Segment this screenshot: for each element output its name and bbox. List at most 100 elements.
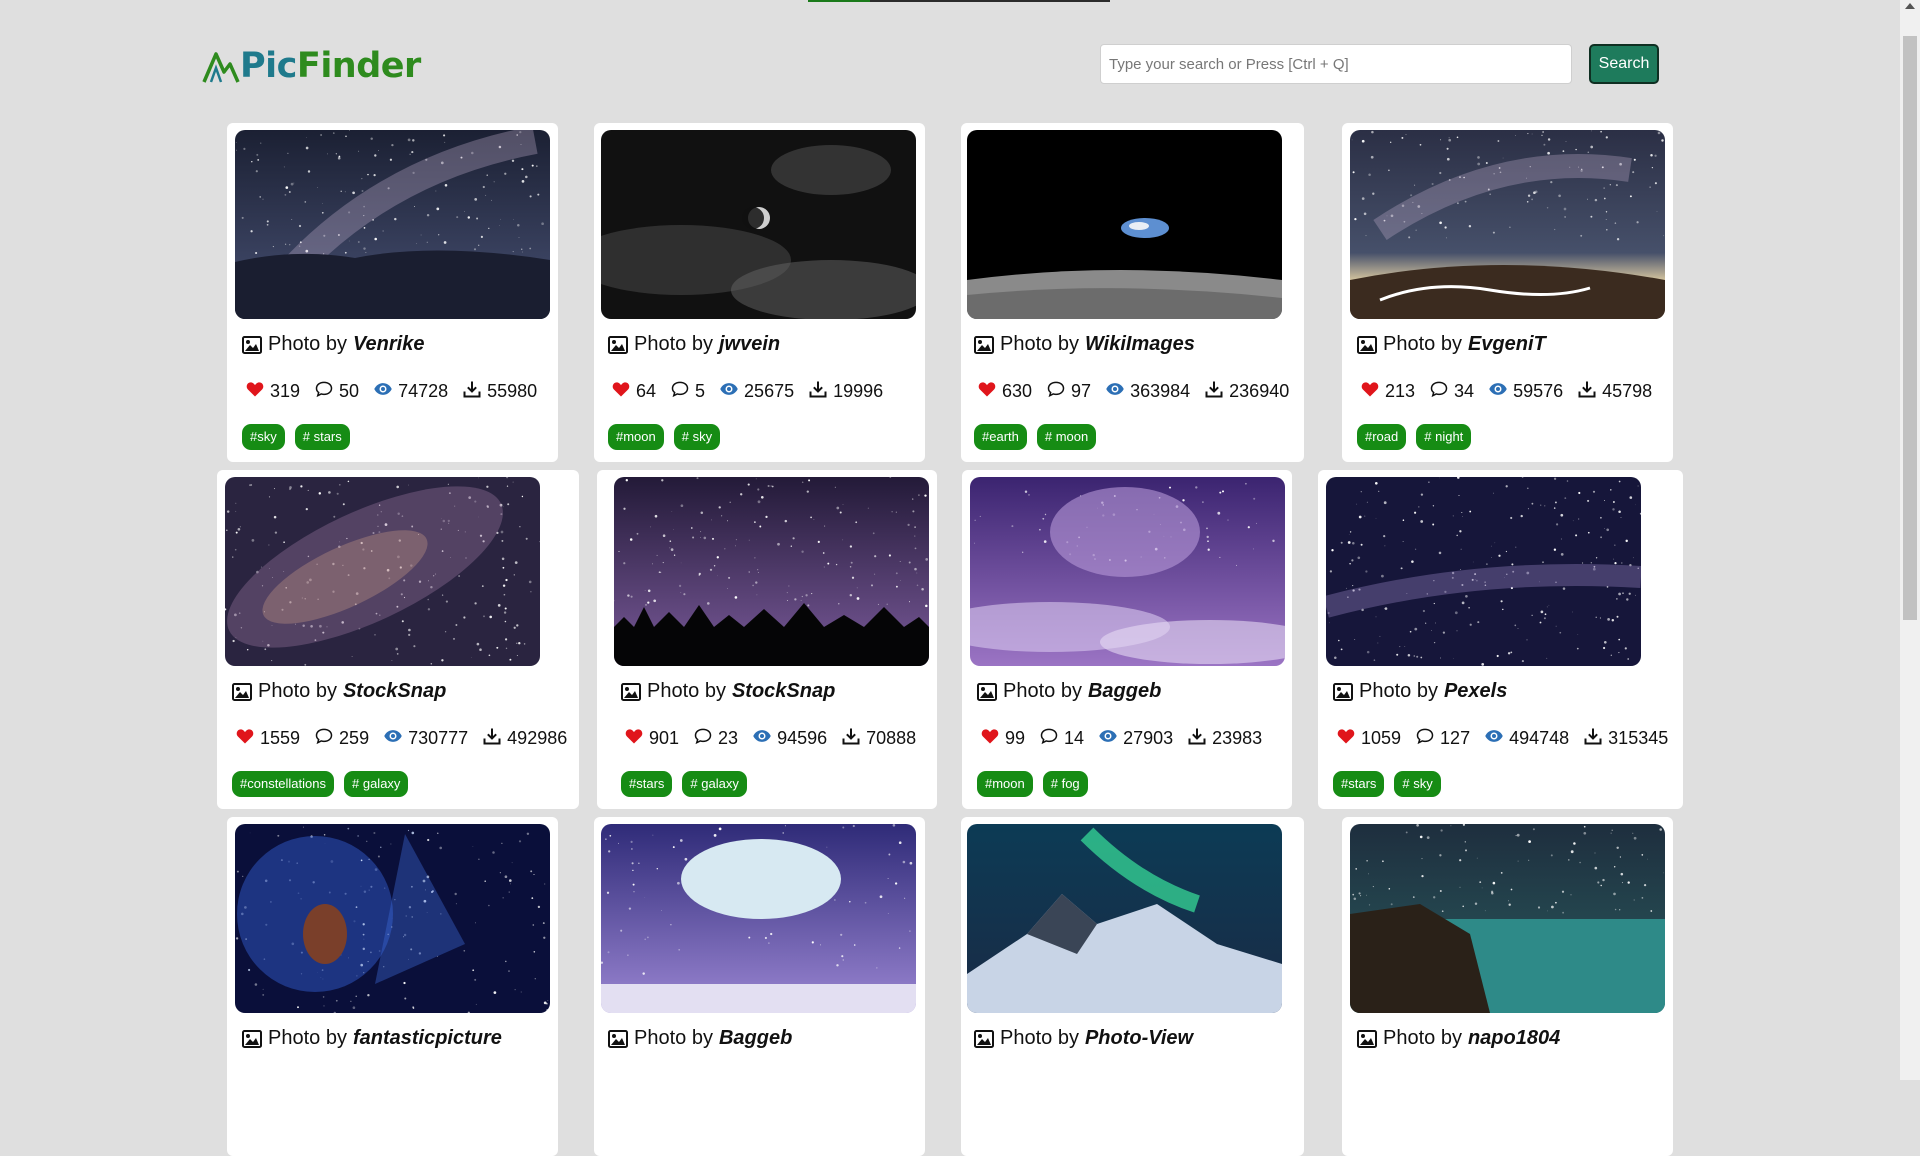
- photo-by-label: Photo by: [268, 333, 347, 356]
- photo-thumbnail[interactable]: [967, 824, 1282, 1013]
- photo-card[interactable]: Photo by Baggeb: [594, 817, 925, 1156]
- comment-icon: [1415, 726, 1440, 751]
- tag-chip[interactable]: # fog: [1043, 771, 1088, 797]
- logo-text-pic: Pic: [240, 46, 297, 86]
- downloads-stat[interactable]: 70888: [841, 726, 916, 751]
- downloads-stat[interactable]: 23983: [1187, 726, 1262, 751]
- author-name[interactable]: napo1804: [1468, 1027, 1560, 1050]
- comments-stat[interactable]: 34: [1429, 379, 1474, 404]
- photo-card[interactable]: Photo by napo1804: [1342, 817, 1673, 1156]
- photo-thumbnail[interactable]: [601, 130, 916, 319]
- photo-thumbnail[interactable]: [614, 477, 929, 666]
- photo-card[interactable]: Photo by EvgeniT 213 34 59576 45798 #roa…: [1342, 123, 1673, 462]
- photo-thumbnail[interactable]: [970, 477, 1285, 666]
- author-name[interactable]: StockSnap: [732, 680, 835, 703]
- author-name[interactable]: StockSnap: [343, 680, 446, 703]
- comments-stat[interactable]: 259: [314, 726, 369, 751]
- author-name[interactable]: jwvein: [719, 333, 780, 356]
- tag-chip[interactable]: #stars: [1333, 771, 1384, 797]
- tag-chip[interactable]: #road: [1357, 424, 1406, 450]
- photo-card[interactable]: Photo by StockSnap 1559 259 730777 49298…: [217, 470, 579, 809]
- downloads-stat[interactable]: 45798: [1577, 379, 1652, 404]
- views-stat: 494748: [1484, 726, 1569, 751]
- tag-chip[interactable]: # galaxy: [344, 771, 408, 797]
- likes-stat[interactable]: 99: [980, 726, 1025, 751]
- comments-stat[interactable]: 50: [314, 379, 359, 404]
- photo-card[interactable]: Photo by WikiImages 630 97 363984 236940…: [961, 123, 1304, 462]
- tag-chip[interactable]: # sky: [1394, 771, 1440, 797]
- photo-thumbnail[interactable]: [1350, 824, 1665, 1013]
- tag-chip[interactable]: # night: [1416, 424, 1471, 450]
- scrollbar-thumb[interactable]: [1903, 36, 1917, 620]
- tag-chip[interactable]: #earth: [974, 424, 1027, 450]
- tag-chip[interactable]: #stars: [621, 771, 672, 797]
- scroll-up-arrow-icon[interactable]: [1905, 3, 1915, 9]
- photo-card[interactable]: Photo by fantasticpicture: [227, 817, 558, 1156]
- photo-stats: 901 23 94596 70888: [624, 726, 930, 751]
- photo-thumbnail[interactable]: [601, 824, 916, 1013]
- author-name[interactable]: fantasticpicture: [353, 1027, 502, 1050]
- likes-stat[interactable]: 1059: [1336, 726, 1401, 751]
- image-icon: [242, 336, 262, 354]
- tag-chip[interactable]: # galaxy: [682, 771, 746, 797]
- photo-card[interactable]: Photo by Venrike 319 50 74728 55980 #sky…: [227, 123, 558, 462]
- author-name[interactable]: WikiImages: [1085, 333, 1195, 356]
- downloads-stat[interactable]: 19996: [808, 379, 883, 404]
- photo-card[interactable]: Photo by StockSnap 901 23 94596 70888 #s…: [597, 470, 937, 809]
- comment-icon: [1039, 726, 1064, 751]
- downloads-stat[interactable]: 236940: [1204, 379, 1289, 404]
- likes-stat[interactable]: 1559: [235, 726, 300, 751]
- tag-chip[interactable]: # stars: [295, 424, 350, 450]
- photo-byline: Photo by StockSnap: [621, 680, 835, 703]
- download-icon: [1204, 379, 1229, 404]
- comments-stat[interactable]: 127: [1415, 726, 1470, 751]
- author-name[interactable]: Venrike: [353, 333, 425, 356]
- photo-card[interactable]: Photo by Pexels 1059 127 494748 315345 #…: [1318, 470, 1683, 809]
- author-name[interactable]: Baggeb: [719, 1027, 792, 1050]
- likes-stat[interactable]: 213: [1360, 379, 1415, 404]
- search-input[interactable]: [1100, 44, 1572, 84]
- tag-chip[interactable]: #sky: [242, 424, 285, 450]
- author-name[interactable]: EvgeniT: [1468, 333, 1546, 356]
- tag-chip[interactable]: #moon: [977, 771, 1033, 797]
- comments-stat[interactable]: 14: [1039, 726, 1084, 751]
- views-stat: 74728: [373, 379, 448, 404]
- author-name[interactable]: Pexels: [1444, 680, 1507, 703]
- tag-chip[interactable]: # moon: [1037, 424, 1096, 450]
- search-button[interactable]: Search: [1589, 44, 1659, 84]
- eye-icon: [752, 726, 777, 751]
- photo-thumbnail[interactable]: [235, 824, 550, 1013]
- tag-chip[interactable]: #constellations: [232, 771, 334, 797]
- comments-count: 97: [1071, 381, 1091, 402]
- comments-stat[interactable]: 5: [670, 379, 705, 404]
- comments-stat[interactable]: 23: [693, 726, 738, 751]
- photo-card[interactable]: Photo by jwvein 64 5 25675 19996 #moon# …: [594, 123, 925, 462]
- photo-thumbnail[interactable]: [235, 130, 550, 319]
- likes-count: 319: [270, 381, 300, 402]
- photo-thumbnail[interactable]: [1326, 477, 1641, 666]
- comments-stat[interactable]: 97: [1046, 379, 1091, 404]
- eye-icon: [383, 726, 408, 751]
- page-scrollbar[interactable]: [1900, 0, 1920, 1080]
- tag-list: #moon # sky: [608, 424, 730, 450]
- photo-card[interactable]: Photo by Photo-View: [961, 817, 1304, 1156]
- author-name[interactable]: Baggeb: [1088, 680, 1161, 703]
- photo-thumbnail[interactable]: [967, 130, 1282, 319]
- downloads-stat[interactable]: 315345: [1583, 726, 1668, 751]
- likes-stat[interactable]: 319: [245, 379, 300, 404]
- likes-stat[interactable]: 901: [624, 726, 679, 751]
- photo-thumbnail[interactable]: [1350, 130, 1665, 319]
- likes-stat[interactable]: 64: [611, 379, 656, 404]
- downloads-stat[interactable]: 55980: [462, 379, 537, 404]
- downloads-stat[interactable]: 492986: [482, 726, 567, 751]
- image-icon: [621, 683, 641, 701]
- downloads-count: 236940: [1229, 381, 1289, 402]
- photo-thumbnail[interactable]: [225, 477, 540, 666]
- photo-card[interactable]: Photo by Baggeb 99 14 27903 23983 #moon#…: [962, 470, 1292, 809]
- likes-count: 901: [649, 728, 679, 749]
- tag-chip[interactable]: #moon: [608, 424, 664, 450]
- author-name[interactable]: Photo-View: [1085, 1027, 1193, 1050]
- tag-chip[interactable]: # sky: [674, 424, 720, 450]
- likes-stat[interactable]: 630: [977, 379, 1032, 404]
- logo[interactable]: PicFinder: [202, 46, 421, 86]
